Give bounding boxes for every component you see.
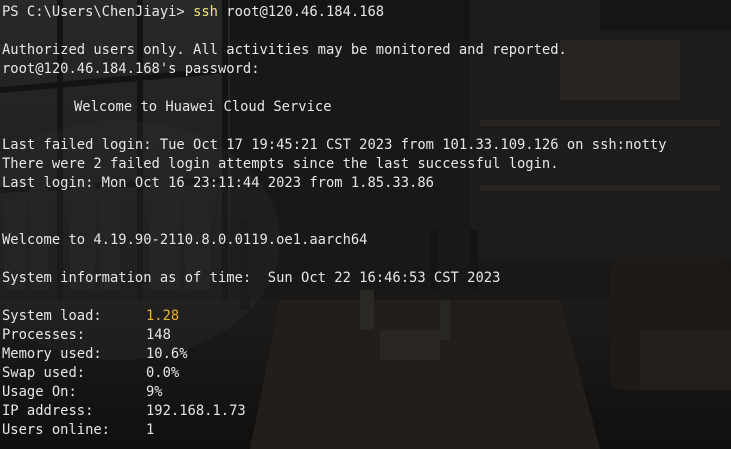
- shell-prompt: PS C:\Users\ChenJiayi>: [2, 4, 194, 20]
- password-prompt: root@120.46.184.168's password:: [2, 61, 260, 77]
- command-args: root@120.46.184.168: [217, 4, 385, 20]
- prompt-line: PS C:\Users\ChenJiayi> ssh root@120.46.1…: [2, 3, 731, 22]
- last-login: Last login: Mon Oct 16 23:11:44 2023 fro…: [2, 175, 434, 191]
- sysinfo-value: 0.0%: [146, 365, 180, 381]
- sysinfo-key: IP address:: [2, 403, 94, 419]
- sysinfo-value: 1.28: [146, 308, 180, 324]
- sysinfo-header: System information as of time: Sun Oct 2…: [2, 270, 501, 286]
- kernel-welcome: Welcome to 4.19.90-2110.8.0.0119.oe1.aar…: [2, 232, 368, 248]
- auth-notice: Authorized users only. All activities ma…: [2, 42, 567, 58]
- sysinfo-value: 10.6%: [146, 346, 188, 362]
- sysinfo-row-ip-address: IP address: 192.168.1.73: [2, 402, 731, 421]
- sysinfo-row-system-load: System load: 1.28: [2, 307, 731, 326]
- last-failed-login: Last failed login: Tue Oct 17 19:45:21 C…: [2, 137, 667, 153]
- sysinfo-value: 148: [146, 327, 171, 343]
- sysinfo-value: 1: [146, 422, 155, 438]
- failed-attempts-notice: There were 2 failed login attempts since…: [2, 156, 559, 172]
- sysinfo-value: 9%: [146, 384, 163, 400]
- sysinfo-key: System load:: [2, 308, 102, 324]
- sysinfo-row-memory-used: Memory used: 10.6%: [2, 345, 731, 364]
- sysinfo-key: Users online:: [2, 422, 110, 438]
- sysinfo-key: Swap used:: [2, 365, 86, 381]
- sysinfo-row-users-online: Users online: 1: [2, 421, 731, 440]
- sysinfo-row-processes: Processes: 148: [2, 326, 731, 345]
- sysinfo-value: 192.168.1.73: [146, 403, 246, 419]
- terminal-output: PS C:\Users\ChenJiayi> ssh root@120.46.1…: [2, 3, 731, 440]
- sysinfo-key: Processes:: [2, 327, 86, 343]
- sysinfo-key: Memory used:: [2, 346, 102, 362]
- terminal-window[interactable]: PS C:\Users\ChenJiayi> ssh root@120.46.1…: [0, 0, 731, 449]
- sysinfo-row-swap-used: Swap used: 0.0%: [2, 364, 731, 383]
- command-name: ssh: [193, 4, 218, 20]
- sysinfo-key: Usage On:: [2, 384, 77, 400]
- sysinfo-row-usage-on: Usage On: 9%: [2, 383, 731, 402]
- welcome-banner: Welcome to Huawei Cloud Service: [74, 99, 332, 115]
